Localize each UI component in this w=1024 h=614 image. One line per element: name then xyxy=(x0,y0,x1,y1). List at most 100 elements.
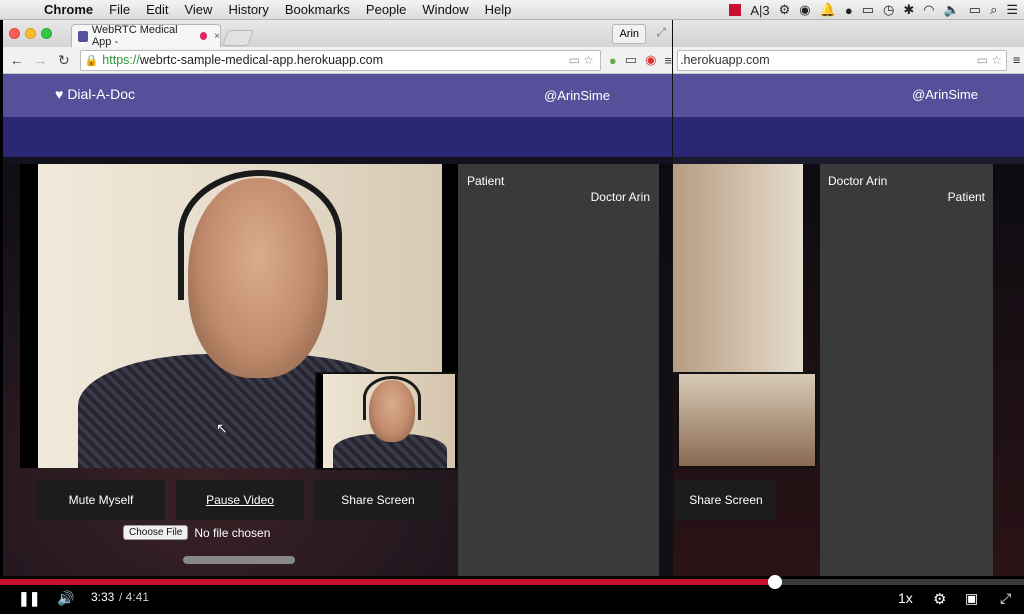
notification-center-icon[interactable]: ☰ xyxy=(1006,2,1018,18)
airplay-icon[interactable]: ▭ xyxy=(862,2,874,18)
share-screen-button[interactable]: Share Screen xyxy=(314,480,442,520)
menu-window[interactable]: Window xyxy=(414,2,476,17)
local-video-secondary xyxy=(677,372,817,468)
chrome-menu-icon[interactable]: ≡ xyxy=(664,53,672,68)
tab-close-icon[interactable]: × xyxy=(214,31,220,42)
file-status: No file chosen xyxy=(194,525,271,540)
back-icon[interactable]: ← xyxy=(9,52,25,68)
browser-window-main: WebRTC Medical App - × Arin ⤢ ← → ↻ 🔒 ht… xyxy=(3,20,673,576)
spotlight-search-icon[interactable]: ⌕ xyxy=(990,2,997,18)
tab-strip: WebRTC Medical App - × Arin ⤢ xyxy=(3,20,672,48)
chrome-menu-icon[interactable]: ≡ xyxy=(1013,53,1020,67)
recording-icon xyxy=(200,32,208,40)
user-link-secondary[interactable]: @ArinSime xyxy=(912,87,978,102)
url-scheme: https:// xyxy=(102,53,140,67)
menu-people[interactable]: People xyxy=(358,2,414,17)
sync-icon[interactable]: ◉ xyxy=(799,2,810,18)
battery-icon[interactable]: ▭ xyxy=(969,2,981,18)
total-time: / 4:41 xyxy=(119,590,150,604)
camera-bookmark-icons[interactable]: ▭ ☆ xyxy=(568,53,593,67)
menu-file[interactable]: File xyxy=(101,2,138,17)
profile-button[interactable]: Arin xyxy=(612,24,646,44)
lock-icon: 🔒 xyxy=(84,54,99,67)
current-time: 3:33 xyxy=(91,590,115,604)
progress-played xyxy=(0,579,776,585)
settings-gear-icon[interactable]: ⚙ xyxy=(933,590,946,608)
bluetooth-icon[interactable]: ✱ xyxy=(903,2,914,18)
header-band-secondary xyxy=(673,117,1024,157)
hangouts-extension-icon[interactable]: ● xyxy=(609,53,617,68)
local-headset xyxy=(363,376,421,420)
file-upload: Choose File No file chosen xyxy=(123,525,270,540)
participant-label-patient: Patient xyxy=(467,174,505,188)
playback-speed-button[interactable]: 1x xyxy=(898,590,913,606)
tab-title: WebRTC Medical App - xyxy=(91,24,178,48)
zoom-window-button[interactable] xyxy=(41,28,52,39)
status-area: A|3 ⚙ ◉ 🔔 ● ▭ ◷ ✱ ◠ 🔈 ▭ ⌕ ☰ xyxy=(729,0,1018,20)
app-header-secondary: @ArinSime xyxy=(673,74,1024,117)
menu-bookmarks[interactable]: Bookmarks xyxy=(277,2,358,17)
close-window-button[interactable] xyxy=(9,28,20,39)
call-area-secondary: Doctor Arin Patient Share Screen xyxy=(673,164,1024,576)
heart-pulse-icon: ♥ xyxy=(55,86,64,102)
tab-strip-secondary xyxy=(673,20,1024,47)
participants-panel: Patient Doctor Arin xyxy=(458,164,659,576)
choose-file-button[interactable]: Choose File xyxy=(123,525,189,540)
chat-icon[interactable]: ● xyxy=(845,3,853,18)
participant-label-1: Doctor Arin xyxy=(828,174,888,188)
volume-icon[interactable]: 🔊 xyxy=(57,590,74,607)
volume-icon[interactable]: 🔈 xyxy=(944,2,960,18)
call-area: ↖ Patient Doctor Arin Mute Myself Pause … xyxy=(3,164,672,576)
remote-video-secondary xyxy=(673,164,803,372)
fullscreen-icon[interactable]: ⤢ xyxy=(656,25,666,40)
participant-label-2: Patient xyxy=(947,190,985,204)
heart-favicon-icon xyxy=(78,30,88,42)
forward-icon[interactable]: → xyxy=(33,52,49,68)
watch-later-icon[interactable]: ▣ xyxy=(965,590,978,607)
horizontal-scrollbar[interactable] xyxy=(183,556,295,564)
app-header: ♥ Dial-A-Doc @ArinSime xyxy=(3,74,672,117)
menu-bar: Chrome File Edit View History Bookmarks … xyxy=(0,0,1024,20)
toolbar-secondary: .herokuapp.com ▭ ☆ ≡ xyxy=(673,47,1024,74)
reload-icon[interactable]: ↻ xyxy=(56,52,72,69)
user-link[interactable]: @ArinSime xyxy=(544,88,610,103)
share-screen-button-secondary[interactable]: Share Screen xyxy=(676,480,776,520)
mouse-cursor-icon: ↖ xyxy=(216,420,228,436)
pause-video-button[interactable]: Pause Video xyxy=(176,480,304,520)
address-bar-secondary[interactable]: .herokuapp.com ▭ ☆ xyxy=(677,49,1007,71)
browser-toolbar: ← → ↻ 🔒 https://webrtc-sample-medical-ap… xyxy=(3,47,672,74)
participants-panel-secondary: Doctor Arin Patient xyxy=(820,164,993,576)
progress-knob[interactable] xyxy=(768,575,783,589)
tab-webrtc-medical[interactable]: WebRTC Medical App - × xyxy=(71,24,221,48)
new-tab-button[interactable] xyxy=(222,30,254,46)
menu-help[interactable]: Help xyxy=(477,2,520,17)
address-bar[interactable]: 🔒 https://webrtc-sample-medical-app.hero… xyxy=(79,49,601,71)
adobe-status-icon[interactable]: A|3 xyxy=(750,3,769,18)
wifi-icon[interactable]: ◠ xyxy=(923,2,934,18)
record-indicator-icon[interactable] xyxy=(729,4,742,16)
brand-logo[interactable]: ♥ Dial-A-Doc xyxy=(55,86,135,102)
time-machine-icon[interactable]: ◷ xyxy=(883,2,894,18)
pause-icon[interactable]: ❚❚ xyxy=(18,590,40,607)
url-host: webrtc-sample-medical-app.herokuapp.com xyxy=(139,53,383,67)
screen-capture-extension-icon[interactable]: ◉ xyxy=(645,52,656,68)
mute-button[interactable]: Mute Myself xyxy=(37,480,165,520)
minimize-window-button[interactable] xyxy=(25,28,36,39)
menu-app-chrome[interactable]: Chrome xyxy=(36,2,101,17)
browser-window-secondary: .herokuapp.com ▭ ☆ ≡ @ArinSime Doctor Ar… xyxy=(673,20,1024,576)
window-controls xyxy=(9,28,52,39)
bookmark-star-icon[interactable]: ▭ ☆ xyxy=(977,53,1002,67)
local-video-frame xyxy=(323,374,455,468)
video-player-bar: ❚❚ 🔊 3:33 / 4:41 1x ⚙ ▣ ⤢ xyxy=(0,575,1024,614)
bell-icon[interactable]: 🔔 xyxy=(820,2,836,18)
menu-history[interactable]: History xyxy=(220,2,276,17)
url-text-secondary: .herokuapp.com xyxy=(680,53,770,67)
fullscreen-expand-icon[interactable]: ⤢ xyxy=(1000,590,1011,607)
participant-label-doctor: Doctor Arin xyxy=(590,190,650,204)
menu-view[interactable]: View xyxy=(176,2,220,17)
brand-name: Dial-A-Doc xyxy=(67,86,135,102)
cast-icon[interactable]: ▭ xyxy=(625,52,637,68)
menu-edit[interactable]: Edit xyxy=(138,2,176,17)
progress-bar[interactable] xyxy=(0,575,1024,589)
gears-icon[interactable]: ⚙ xyxy=(779,2,791,18)
